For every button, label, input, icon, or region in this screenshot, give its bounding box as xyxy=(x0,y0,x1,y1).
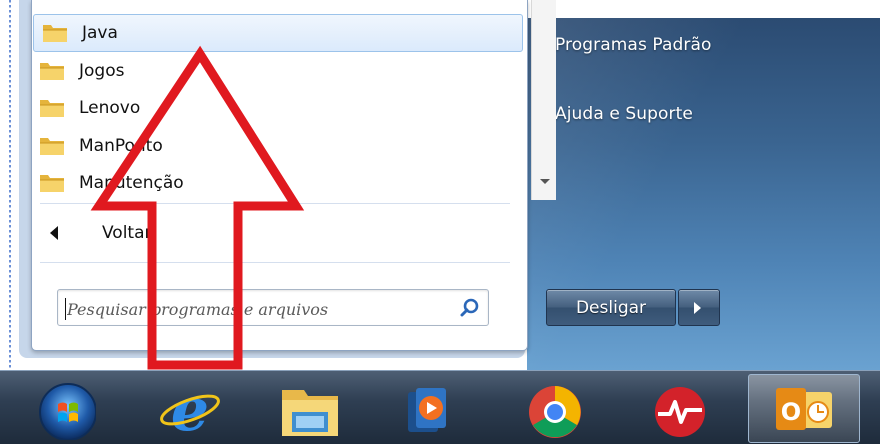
media-player-icon[interactable] xyxy=(398,374,462,440)
back-button[interactable]: Voltar xyxy=(40,215,480,251)
list-item-label: Manutenção xyxy=(79,173,184,193)
search-icon[interactable] xyxy=(458,296,482,320)
folder-icon xyxy=(37,96,67,120)
shutdown-button[interactable]: Desligar xyxy=(546,289,676,326)
folder-icon xyxy=(37,59,67,83)
folder-icon xyxy=(37,171,67,195)
svg-text:e: e xyxy=(171,375,209,440)
list-item-label: Java xyxy=(82,23,118,43)
divider xyxy=(40,203,510,204)
chevron-right-icon xyxy=(694,302,701,314)
folder-icon xyxy=(37,134,67,158)
help-support-link[interactable]: Ajuda e Suporte xyxy=(555,104,693,124)
divider xyxy=(40,262,510,263)
list-item-label: ManPonto xyxy=(79,136,163,156)
search-input[interactable] xyxy=(65,294,449,324)
list-item-label: Lenovo xyxy=(79,98,141,118)
list-item-manutencao[interactable]: Manutenção xyxy=(31,164,509,202)
list-item-lenovo[interactable]: Lenovo xyxy=(31,89,509,127)
text-caret xyxy=(65,298,66,320)
list-scrollbar[interactable] xyxy=(531,0,556,200)
chrome-icon[interactable] xyxy=(523,374,587,440)
list-item-jogos[interactable]: Jogos xyxy=(31,52,509,90)
windows-explorer-icon[interactable] xyxy=(278,374,342,440)
svg-text:O: O xyxy=(781,398,801,426)
default-programs-link[interactable]: Programas Padrão xyxy=(555,35,712,55)
shutdown-options-button[interactable] xyxy=(678,289,720,326)
folder-icon xyxy=(40,21,70,45)
back-label: Voltar xyxy=(102,223,152,243)
list-item-java[interactable]: Java xyxy=(33,14,523,52)
internet-explorer-icon[interactable]: e xyxy=(158,374,222,444)
list-item-label: Jogos xyxy=(79,61,125,81)
scroll-down-arrow-icon[interactable] xyxy=(540,179,550,184)
search-box[interactable] xyxy=(57,289,489,326)
outlook-icon[interactable]: O xyxy=(772,374,836,440)
list-item-manponto[interactable]: ManPonto xyxy=(31,127,509,165)
start-orb-icon[interactable] xyxy=(32,374,97,441)
program-list: Java Jogos Lenovo ManPonto Manutenção xyxy=(31,0,556,202)
back-arrow-icon xyxy=(50,226,58,240)
health-monitor-icon[interactable] xyxy=(648,374,712,440)
